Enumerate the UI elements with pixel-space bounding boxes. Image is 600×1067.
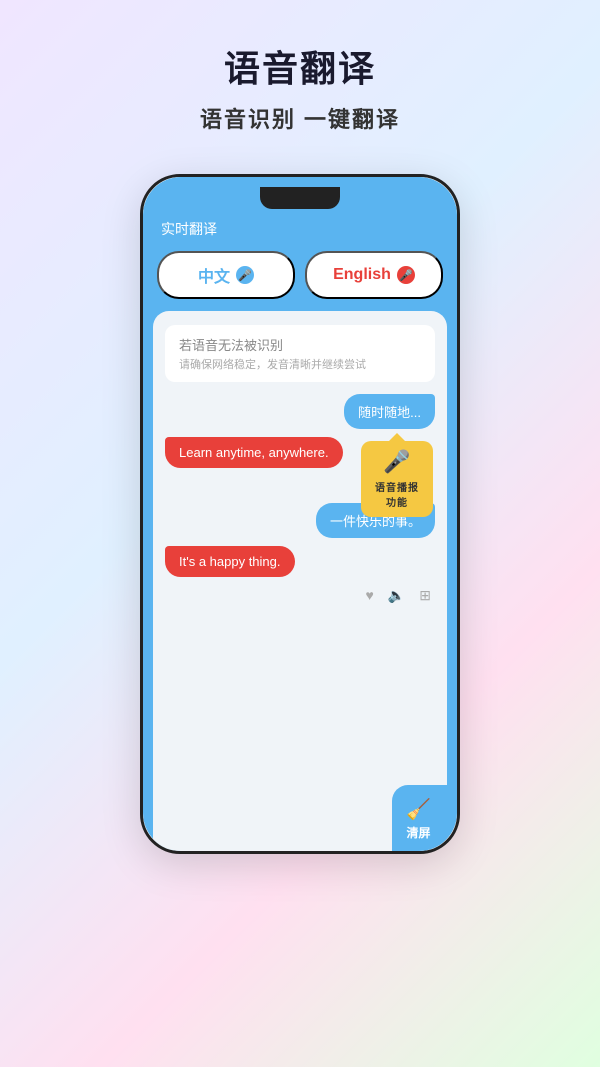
page-header: 语音翻译 语音识别 一键翻译 bbox=[200, 0, 400, 154]
message-bubble-2: Learn anytime, anywhere. bbox=[165, 437, 343, 468]
phone-screen: 实时翻译 中文 🎤 English 🎤 若语音无法被识别 请确保网络稳定，发音 bbox=[143, 177, 457, 851]
tooltip-label: 语音播报功能 bbox=[371, 479, 423, 509]
message-bubble-1: 随时随地... bbox=[344, 394, 435, 429]
lang-button-english[interactable]: English 🎤 bbox=[305, 251, 443, 299]
chat-area: 若语音无法被识别 请确保网络稳定，发音清晰并继续尝试 随时随地... Lea bbox=[153, 311, 447, 851]
lang-english-label: English bbox=[333, 266, 391, 284]
clear-label: 清屏 bbox=[407, 824, 431, 841]
copy-icon-2[interactable]: ⊞ bbox=[419, 587, 431, 604]
message-text-4: It's a happy thing. bbox=[179, 554, 281, 569]
message-row-1: 随时随地... bbox=[165, 394, 435, 429]
page-title: 语音翻译 bbox=[200, 40, 400, 92]
language-selector: 中文 🎤 English 🎤 bbox=[143, 251, 457, 311]
mic-icon-red: 🎤 bbox=[397, 266, 415, 284]
message-text-2: Learn anytime, anywhere. bbox=[179, 445, 329, 460]
message-bubble-4: It's a happy thing. bbox=[165, 546, 295, 577]
screen-header: 实时翻译 bbox=[143, 177, 457, 251]
phone-frame: 实时翻译 中文 🎤 English 🎤 若语音无法被识别 请确保网络稳定，发音 bbox=[140, 174, 460, 854]
message-text-1: 随时随地... bbox=[358, 405, 421, 420]
error-title: 若语音无法被识别 bbox=[179, 335, 421, 354]
phone-mockup: 实时翻译 中文 🎤 English 🎤 若语音无法被识别 请确保网络稳定，发音 bbox=[140, 174, 460, 854]
error-box: 若语音无法被识别 请确保网络稳定，发音清晰并继续尝试 bbox=[165, 325, 435, 382]
heart-icon-2[interactable]: ♥ bbox=[366, 587, 374, 604]
screen-title: 实时翻译 bbox=[161, 221, 217, 237]
clear-icon: 🧹 bbox=[406, 797, 431, 822]
page-subtitle: 语音识别 一键翻译 bbox=[200, 102, 400, 134]
error-subtitle: 请确保网络稳定，发音清晰并继续尝试 bbox=[179, 356, 421, 372]
clear-button[interactable]: 🧹 清屏 bbox=[392, 785, 447, 851]
mic-icon-blue: 🎤 bbox=[236, 266, 254, 284]
speaker-icon-2[interactable]: 🔈 bbox=[388, 587, 405, 604]
action-icons-2: ♥ 🔈 ⊞ bbox=[165, 587, 435, 604]
lang-button-chinese[interactable]: 中文 🎤 bbox=[157, 251, 295, 299]
message-row-4: It's a happy thing. bbox=[165, 546, 435, 577]
tooltip-mic-icon: 🎤 bbox=[383, 449, 410, 475]
tooltip-box: 🎤 语音播报功能 bbox=[361, 441, 433, 517]
lang-chinese-label: 中文 bbox=[198, 263, 230, 287]
